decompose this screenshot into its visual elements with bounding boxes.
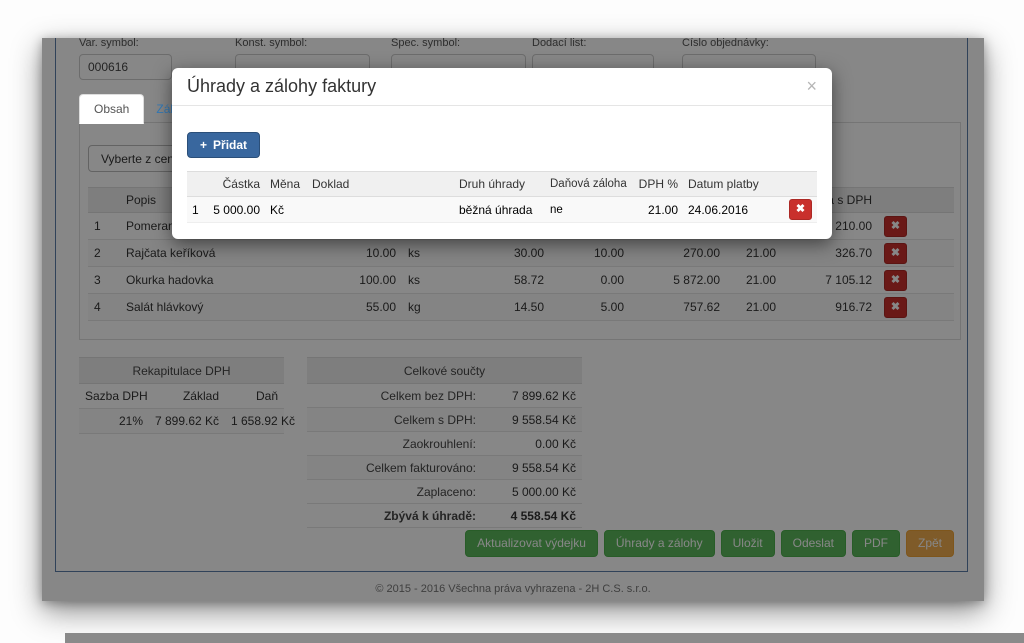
- col-document: Doklad: [307, 177, 454, 191]
- row-number: 1: [187, 203, 205, 217]
- lower-page-edge: [65, 633, 1024, 643]
- col-amount: Částka: [205, 177, 265, 191]
- add-payment-label: Přidat: [213, 138, 247, 152]
- delete-icon: ✖: [796, 203, 805, 215]
- col-tax-advance: Daňová záloha: [545, 178, 628, 190]
- modal-body: + Přidat Částka Měna Doklad Druh úhrady D…: [172, 106, 832, 239]
- payment-amount: 5 000.00: [205, 203, 265, 217]
- col-payment-date: Datum platby: [683, 177, 773, 191]
- col-payment-type: Druh úhrady: [454, 177, 545, 191]
- add-payment-button[interactable]: + Přidat: [187, 132, 260, 158]
- payment-tax-advance: ne: [545, 204, 628, 216]
- tab-obsah[interactable]: Obsah: [79, 94, 144, 124]
- payments-modal: Úhrady a zálohy faktury × + Přidat Částka…: [172, 68, 832, 239]
- payment-row: 1 5 000.00 Kč běžná úhrada ne 21.00 24.0…: [187, 197, 817, 223]
- modal-header: Úhrady a zálohy faktury ×: [172, 68, 832, 106]
- col-currency: Měna: [265, 177, 307, 191]
- close-icon[interactable]: ×: [806, 77, 817, 95]
- payment-date: 24.06.2016: [683, 203, 773, 217]
- screenshot-canvas: Var. symbol: Konst. symbol: Spec. symbol…: [0, 0, 1024, 643]
- payments-table: Částka Měna Doklad Druh úhrady Daňová zá…: [187, 171, 817, 223]
- payment-dph: 21.00: [628, 203, 683, 217]
- payments-table-header: Částka Měna Doklad Druh úhrady Daňová zá…: [187, 171, 817, 197]
- payment-type: běžná úhrada: [454, 203, 545, 217]
- col-dph: DPH %: [628, 177, 683, 191]
- payment-currency: Kč: [265, 203, 307, 217]
- plus-icon: +: [200, 138, 207, 152]
- delete-payment-button[interactable]: ✖: [789, 199, 812, 220]
- modal-title: Úhrady a zálohy faktury: [187, 77, 817, 96]
